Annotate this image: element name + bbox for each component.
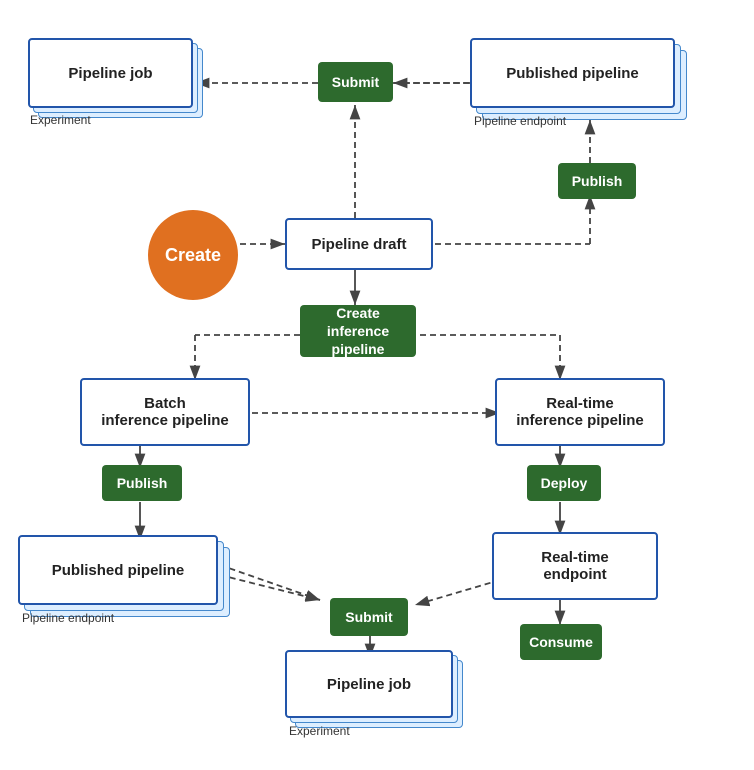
pipeline-job-top-label: Pipeline job (68, 65, 152, 82)
pipeline-job-top-sublabel: Experiment (30, 113, 91, 127)
create-inference-label: Create inference pipeline (300, 304, 416, 359)
publish-right-label: Publish (572, 173, 623, 189)
realtime-endpoint-box: Real-time endpoint (492, 532, 658, 600)
published-pipeline-bottom-sublabel: Pipeline endpoint (22, 611, 114, 625)
pipeline-job-top-card: Pipeline job (28, 38, 193, 108)
create-inference-button[interactable]: Create inference pipeline (300, 305, 416, 357)
realtime-endpoint-label: Real-time endpoint (541, 549, 609, 583)
submit-bottom-button[interactable]: Submit (330, 598, 408, 636)
published-pipeline-bottom-container: Published pipeline Pipeline endpoint (18, 535, 238, 645)
pipeline-draft-label: Pipeline draft (311, 236, 406, 253)
consume-button[interactable]: Consume (520, 624, 602, 660)
pipeline-job-bottom-sublabel: Experiment (289, 724, 350, 738)
submit-top-label: Submit (332, 74, 379, 90)
published-pipeline-top-container: Published pipeline Pipeline endpoint (470, 38, 695, 148)
diagram: Pipeline job Experiment Submit Published… (0, 0, 754, 770)
pipeline-job-bottom-container: Pipeline job Experiment (285, 650, 470, 758)
realtime-inference-box: Real-time inference pipeline (495, 378, 665, 446)
submit-top-button[interactable]: Submit (318, 62, 393, 102)
published-pipeline-top-sublabel: Pipeline endpoint (474, 114, 566, 128)
published-pipeline-bottom-card: Published pipeline (18, 535, 218, 605)
published-pipeline-bottom-label: Published pipeline (52, 562, 185, 579)
pipeline-job-bottom-label: Pipeline job (327, 676, 411, 693)
batch-inference-label: Batch inference pipeline (101, 395, 229, 429)
publish-left-label: Publish (117, 475, 168, 491)
publish-left-button[interactable]: Publish (102, 465, 182, 501)
pipeline-draft-box: Pipeline draft (285, 218, 433, 270)
submit-bottom-label: Submit (345, 609, 392, 625)
pipeline-job-top-container: Pipeline job Experiment (28, 38, 203, 138)
published-pipeline-top-label: Published pipeline (506, 65, 639, 82)
pipeline-job-bottom-card: Pipeline job (285, 650, 453, 718)
deploy-label: Deploy (541, 475, 588, 491)
realtime-inference-label: Real-time inference pipeline (516, 395, 644, 429)
create-circle[interactable]: Create (148, 210, 238, 300)
publish-right-button[interactable]: Publish (558, 163, 636, 199)
published-pipeline-top-card: Published pipeline (470, 38, 675, 108)
batch-inference-box: Batch inference pipeline (80, 378, 250, 446)
create-label: Create (165, 245, 221, 266)
deploy-button[interactable]: Deploy (527, 465, 601, 501)
consume-label: Consume (529, 634, 593, 650)
